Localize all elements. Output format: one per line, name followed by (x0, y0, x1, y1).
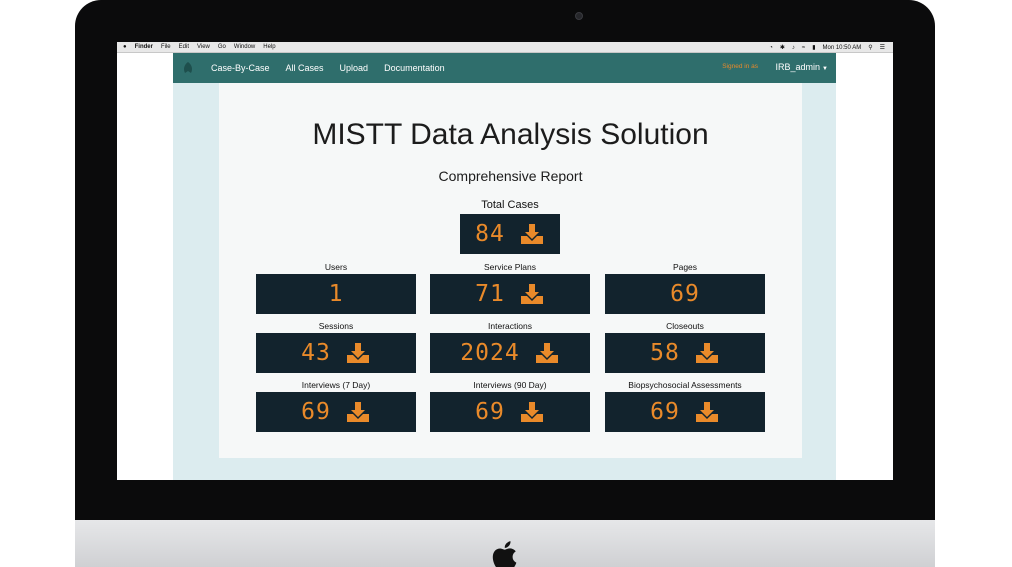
stat-value: 43 (301, 340, 331, 366)
stat-label: Service Plans (484, 262, 536, 272)
stat-box: 69 (605, 392, 765, 432)
time-machine-icon[interactable]: ◔ (769, 45, 773, 51)
stat-value: 69 (301, 399, 331, 425)
stat-interviews-7-day: Interviews (7 Day) 69 (256, 379, 416, 432)
imac-mockup: ● Finder File Edit View Go Window Help ◔… (0, 0, 1012, 567)
stat-box: 84 (460, 214, 560, 254)
battery-icon[interactable]: ▮ (812, 44, 815, 51)
nav-documentation[interactable]: Documentation (384, 63, 445, 73)
stat-label: Sessions (318, 321, 354, 331)
stat-value: 2024 (460, 340, 520, 366)
stat-closeouts: Closeouts 58 (605, 320, 765, 373)
stat-label: Interviews (90 Day) (473, 380, 547, 390)
stat-label: Total Cases (481, 199, 539, 211)
web-page: Case-By-Case All Cases Upload Documentat… (173, 53, 836, 480)
nav-case-by-case[interactable]: Case-By-Case (211, 63, 270, 73)
stat-total-cases: Total Cases 84 (460, 196, 560, 254)
stat-sessions: Sessions 43 (256, 320, 416, 373)
bluetooth-icon[interactable]: ✱ (780, 44, 785, 51)
stat-pages: Pages 69 (605, 261, 765, 314)
report-subtitle: Comprehensive Report (438, 168, 583, 184)
stat-box: 58 (605, 333, 765, 373)
stat-value: 84 (475, 221, 505, 247)
stat-users: Users 1 (256, 261, 416, 314)
apple-menu-icon[interactable]: ● (123, 42, 127, 53)
stat-label: Pages (672, 262, 698, 272)
download-icon[interactable] (534, 341, 560, 365)
menu-finder[interactable]: Finder (135, 42, 153, 53)
page-title: MISTT Data Analysis Solution (312, 118, 709, 151)
caret-down-icon: ▼ (822, 66, 828, 72)
menu-view[interactable]: View (197, 42, 210, 53)
stat-interviews-90-day: Interviews (90 Day) 69 (430, 379, 590, 432)
stat-biopsychosocial-assessments: Biopsychosocial Assessments 69 (605, 379, 765, 432)
stat-value: 69 (670, 281, 700, 307)
menu-edit[interactable]: Edit (179, 42, 189, 53)
stat-label: Biopsychosocial Assessments (628, 380, 742, 390)
menu-bar-status: ◔ ✱ ♪ ≈ ▮ Mon 10:50 AM ⚲ ☰ (769, 42, 885, 53)
nav-upload[interactable]: Upload (340, 63, 369, 73)
camera-icon (575, 12, 583, 20)
stat-box: 43 (256, 333, 416, 373)
download-icon[interactable] (345, 341, 371, 365)
spotlight-icon[interactable]: ⚲ (868, 44, 872, 51)
wifi-icon[interactable]: ≈ (802, 45, 805, 51)
volume-icon[interactable]: ♪ (792, 45, 795, 51)
screen: ● Finder File Edit View Go Window Help ◔… (117, 42, 893, 480)
stat-value: 71 (475, 281, 505, 307)
stat-value: 69 (475, 399, 505, 425)
menu-go[interactable]: Go (218, 42, 226, 53)
user-name: IRB_admin (775, 62, 821, 72)
download-icon[interactable] (519, 400, 545, 424)
user-menu[interactable]: IRB_admin ▼ (776, 62, 828, 72)
download-icon[interactable] (519, 282, 545, 306)
download-icon[interactable] (694, 341, 720, 365)
download-icon[interactable] (345, 400, 371, 424)
menu-file[interactable]: File (161, 42, 171, 53)
download-icon[interactable] (694, 400, 720, 424)
apple-logo-icon (492, 541, 517, 567)
stat-label: Closeouts (666, 321, 704, 331)
stat-value: 58 (650, 340, 680, 366)
top-navbar: Case-By-Case All Cases Upload Documentat… (173, 53, 836, 83)
menu-help[interactable]: Help (263, 42, 275, 53)
menu-bar-clock[interactable]: Mon 10:50 AM (823, 45, 862, 51)
stat-label: Interactions (488, 321, 532, 331)
menu-window[interactable]: Window (234, 42, 255, 53)
stat-box: 69 (256, 392, 416, 432)
signed-in-label: Signed in as (722, 63, 758, 70)
report-panel: MISTT Data Analysis Solution Comprehensi… (219, 83, 802, 458)
stat-label: Interviews (7 Day) (301, 380, 371, 390)
stat-box: 69 (430, 392, 590, 432)
download-icon[interactable] (519, 222, 545, 246)
stat-box: 69 (605, 274, 765, 314)
brand-logo-icon[interactable] (181, 61, 195, 75)
stat-label: Users (324, 262, 348, 272)
stat-value: 69 (650, 399, 680, 425)
stat-service-plans: Service Plans 71 (430, 261, 590, 314)
stat-interactions: Interactions 2024 (430, 320, 590, 373)
stat-box: 71 (430, 274, 590, 314)
notification-center-icon[interactable]: ☰ (880, 44, 885, 51)
stat-value: 1 (328, 281, 344, 307)
stat-box: 2024 (430, 333, 590, 373)
mac-menu-bar: ● Finder File Edit View Go Window Help ◔… (117, 42, 893, 53)
nav-all-cases[interactable]: All Cases (286, 63, 324, 73)
stat-box: 1 (256, 274, 416, 314)
